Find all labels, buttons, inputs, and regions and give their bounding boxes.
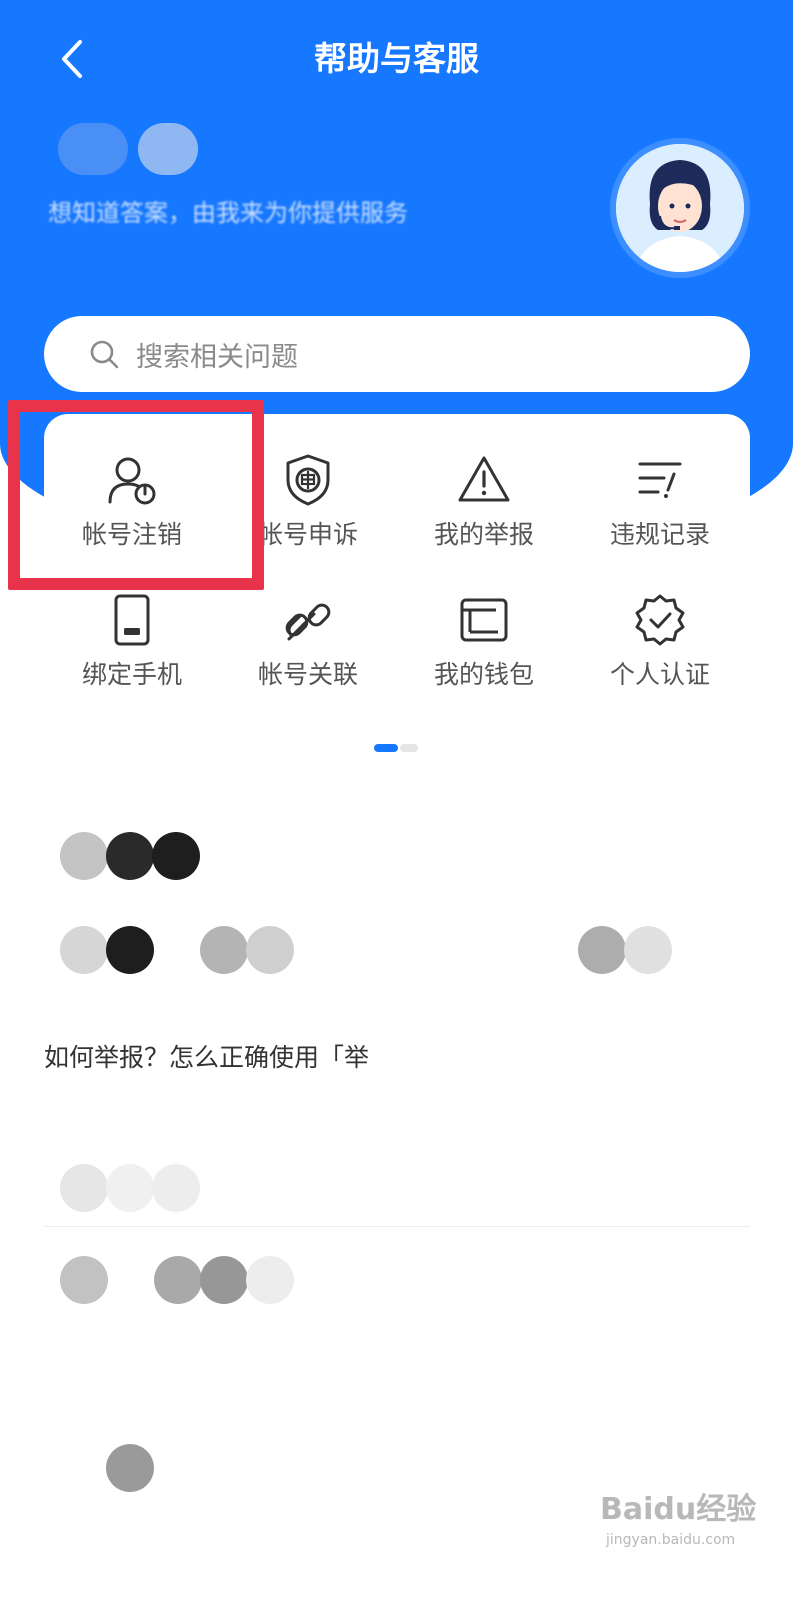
- customer-service-avatar: [610, 138, 750, 278]
- obscured-block: [106, 926, 154, 974]
- search-placeholder: 搜索相关问题: [136, 341, 298, 373]
- service-account-link[interactable]: 帐号关联: [220, 592, 396, 712]
- service-personal-verification[interactable]: 个人认证: [572, 592, 748, 712]
- obscured-block: [60, 1164, 108, 1212]
- baidu-jingyan-watermark: Baidu经验 jingyan.baidu.com: [600, 1490, 780, 1580]
- search-icon: [90, 340, 119, 369]
- faq-item-text[interactable]: 如何举报？怎么正确使用「举: [44, 1040, 369, 1076]
- phone-icon: [114, 594, 150, 646]
- obscured-block: [246, 1256, 294, 1304]
- obscured-block: [154, 1256, 202, 1304]
- warning-triangle-icon: [458, 456, 510, 502]
- page-title: 帮助与客服: [314, 39, 479, 78]
- obscured-block: [60, 832, 108, 880]
- obscured-block: [60, 926, 108, 974]
- obscured-block: [106, 832, 154, 880]
- obscured-block: [624, 926, 672, 974]
- quick-services-card: 帐号注销 帐号申诉 我的举报 违规记录 绑定手机 帐号关联 我的钱包 个人认证: [44, 414, 750, 794]
- verified-badge-icon: [635, 594, 685, 646]
- greeting-title-obscured: [48, 123, 248, 175]
- divider: [44, 1226, 750, 1227]
- user-power-icon: [108, 457, 156, 505]
- greeting-subtitle: 想知道答案，由我来为你提供服务: [48, 199, 408, 227]
- shield-appeal-icon: [286, 454, 330, 506]
- obscured-block: [106, 1444, 154, 1492]
- search-bar[interactable]: 搜索相关问题: [44, 316, 750, 392]
- page-indicator: [374, 744, 420, 752]
- list-record-icon: [638, 462, 682, 498]
- service-my-wallet[interactable]: 我的钱包: [396, 592, 572, 712]
- obscured-block: [200, 926, 248, 974]
- watermark-main: Baidu经验: [600, 1492, 757, 1527]
- service-bind-phone[interactable]: 绑定手机: [44, 592, 220, 712]
- service-account-appeal[interactable]: 帐号申诉: [220, 452, 396, 572]
- link-icon: [285, 603, 331, 641]
- obscured-block: [60, 1256, 108, 1304]
- service-label: 个人认证: [609, 660, 710, 689]
- service-label: 帐号申诉: [257, 520, 358, 549]
- obscured-block: [246, 926, 294, 974]
- page-dot-active: [374, 744, 398, 752]
- service-account-cancel[interactable]: 帐号注销: [44, 452, 220, 572]
- obscured-block: [152, 1164, 200, 1212]
- service-violation-records[interactable]: 违规记录: [572, 452, 748, 572]
- service-label: 绑定手机: [81, 660, 182, 689]
- service-label: 违规记录: [609, 520, 710, 549]
- service-label: 我的钱包: [433, 660, 534, 689]
- obscured-block: [106, 1164, 154, 1212]
- service-label: 我的举报: [433, 520, 534, 549]
- service-label: 帐号关联: [257, 660, 358, 689]
- service-label: 帐号注销: [81, 520, 182, 549]
- obscured-block: [200, 1256, 248, 1304]
- service-my-reports[interactable]: 我的举报: [396, 452, 572, 572]
- page-dot-inactive: [400, 744, 418, 752]
- wallet-icon: [460, 598, 508, 642]
- obscured-block: [578, 926, 626, 974]
- watermark-sub: jingyan.baidu.com: [606, 1532, 736, 1548]
- obscured-block: [152, 832, 200, 880]
